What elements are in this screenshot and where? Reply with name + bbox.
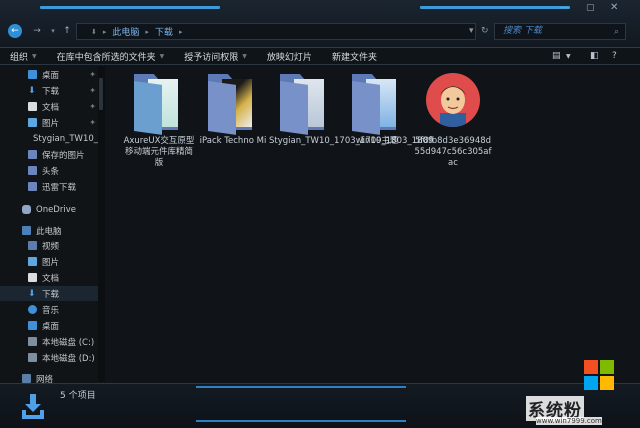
sidebar-item-pictures-pc[interactable]: 图片 [0,254,100,269]
file-name: Stygian_TW10_1703_1709_1803_1809 [269,136,434,146]
picture-icon [28,118,37,127]
organize-menu[interactable]: 组织 ▼ [10,50,37,63]
sidebar-item-stygian[interactable]: Stygian_TW10_17 [0,131,103,146]
download-icon: ⬇ [28,289,36,299]
include-in-library-menu[interactable]: 在库中包含所选的文件夹 ▼ [57,50,165,63]
scrollbar-thumb[interactable] [99,78,103,110]
sidebar-scrollbar[interactable] [98,66,104,382]
sidebar-item-documents[interactable]: 文档 ✦ [0,99,100,114]
maximize-icon[interactable]: ▢ [586,3,595,13]
music-icon [28,305,37,314]
frame-decoration [196,386,406,388]
file-item-ipack[interactable]: iPack Techno Mi [197,71,269,147]
minimize-icon[interactable]: — [560,3,569,13]
cloud-icon [22,205,31,214]
document-icon [28,102,37,111]
desktop-icon [28,321,37,330]
view-options-icon[interactable]: ▤ [552,51,561,61]
refresh-icon[interactable]: ↻ [481,26,489,36]
pin-icon: ✦ [89,102,96,111]
file-item-avatar-image[interactable]: 5f8fb8d3e36948d55d947c56c305afac [413,71,493,169]
file-name: win10主题 [355,136,399,146]
folder-icon [28,182,37,191]
frame-decoration [40,6,220,9]
back-button[interactable]: ← [8,24,22,38]
command-bar: 组织 ▼ 在库中包含所选的文件夹 ▼ 授予访问权限 ▼ 放映幻灯片 新建文件夹 [0,48,640,65]
sidebar-item-xunlei[interactable]: 迅雷下载 [0,179,100,194]
sidebar-item-drive-d[interactable]: 本地磁盘 (D:) [0,350,100,365]
sidebar-item-this-pc[interactable]: 此电脑 [0,223,100,238]
sidebar-item-desktop-pc[interactable]: 桌面 [0,318,100,333]
picture-icon [28,257,37,266]
preview-pane-icon[interactable]: ◧ [590,51,599,61]
document-icon [28,273,37,282]
sidebar-item-downloads-pc[interactable]: ⬇ 下载 [0,286,100,301]
file-item-stygian[interactable]: Stygian_TW10_1703_1709_1803_1809 [269,71,434,147]
sidebar-item-onedrive[interactable]: OneDrive [0,202,100,217]
sidebar-item-drive-c[interactable]: 本地磁盘 (C:) [0,334,100,349]
file-name: AxureUX交互原型移动端元件库精简版 [123,136,195,168]
computer-icon [22,226,31,235]
file-name: 5f8fb8d3e36948d55d947c56c305afac [414,136,492,168]
video-icon [28,241,37,250]
sidebar-item-music[interactable]: 音乐 [0,302,100,317]
drive-icon [28,353,37,362]
new-folder-button[interactable]: 新建文件夹 [332,50,377,63]
slideshow-button[interactable]: 放映幻灯片 [267,50,312,63]
sidebar-item-downloads[interactable]: ⬇ 下载 ✦ [0,83,100,98]
breadcrumb-downloads[interactable]: 下载 [155,25,173,38]
address-dropdown-icon[interactable]: ▾ [469,26,474,36]
download-folder-icon: ⬇ [91,27,97,36]
folder-icon [28,150,37,159]
sidebar-item-saved-pictures[interactable]: 保存的图片 [0,147,100,162]
cartoon-face-icon [440,86,466,127]
sidebar-item-network[interactable]: 网络 [0,371,100,383]
frame-decoration [420,6,570,9]
frame-decoration [196,420,406,422]
file-item-axure[interactable]: AxureUX交互原型移动端元件库精简版 [123,71,195,169]
avatar-image-thumbnail [426,73,480,127]
sidebar-item-pictures[interactable]: 图片 ✦ [0,115,100,130]
search-icon: ⌕ [613,27,619,37]
share-with-menu[interactable]: 授予访问权限 ▼ [184,50,247,63]
sidebar-item-documents-pc[interactable]: 文档 [0,270,100,285]
help-icon[interactable]: ? [612,51,617,61]
network-icon [22,374,31,383]
folder-icon [276,71,334,135]
sidebar-item-desktop[interactable]: 桌面 ✦ [0,67,100,82]
sidebar-item-videos[interactable]: 视频 [0,238,100,253]
desktop-icon [28,70,37,79]
watermark: 系统粉 www.win7999.com [520,360,638,426]
watermark-url: www.win7999.com [536,417,602,425]
address-bar[interactable]: ⬇ ▸ 此电脑 ▸ 下载 ▸ [76,23,476,40]
navigation-pane: 桌面 ✦ ⬇ 下载 ✦ 文档 ✦ 图片 ✦ Stygian_TW10_17 保存的图片 头… [0,65,104,383]
file-name: iPack Techno Mi [199,136,267,146]
folder-icon [130,71,188,135]
pin-icon: ✦ [89,86,96,95]
pin-icon: ✦ [89,118,96,127]
download-icon: ⬇ [28,86,36,96]
folder-icon [348,71,406,135]
recent-locations-icon[interactable]: ▾ [46,24,60,38]
download-tray-icon [20,392,46,420]
search-input[interactable]: 搜索 下载 ⌕ [494,23,626,40]
windows-logo-icon [584,360,614,390]
pin-icon: ✦ [89,70,96,79]
drive-icon [28,337,37,346]
folder-icon [28,166,37,175]
breadcrumb-this-pc[interactable]: 此电脑 [112,25,139,38]
sidebar-item-toutiao[interactable]: 头条 [0,163,100,178]
forward-button[interactable]: → [30,24,44,38]
file-item-win10-theme[interactable]: win10主题 [341,71,413,147]
item-count: 5 个项目 [60,391,96,401]
close-icon[interactable]: ✕ [610,2,618,13]
folder-icon [204,71,262,135]
file-list: AxureUX交互原型移动端元件库精简版 iPack Techno Mi Sty… [105,65,640,383]
up-button[interactable]: ↑ [60,24,74,38]
